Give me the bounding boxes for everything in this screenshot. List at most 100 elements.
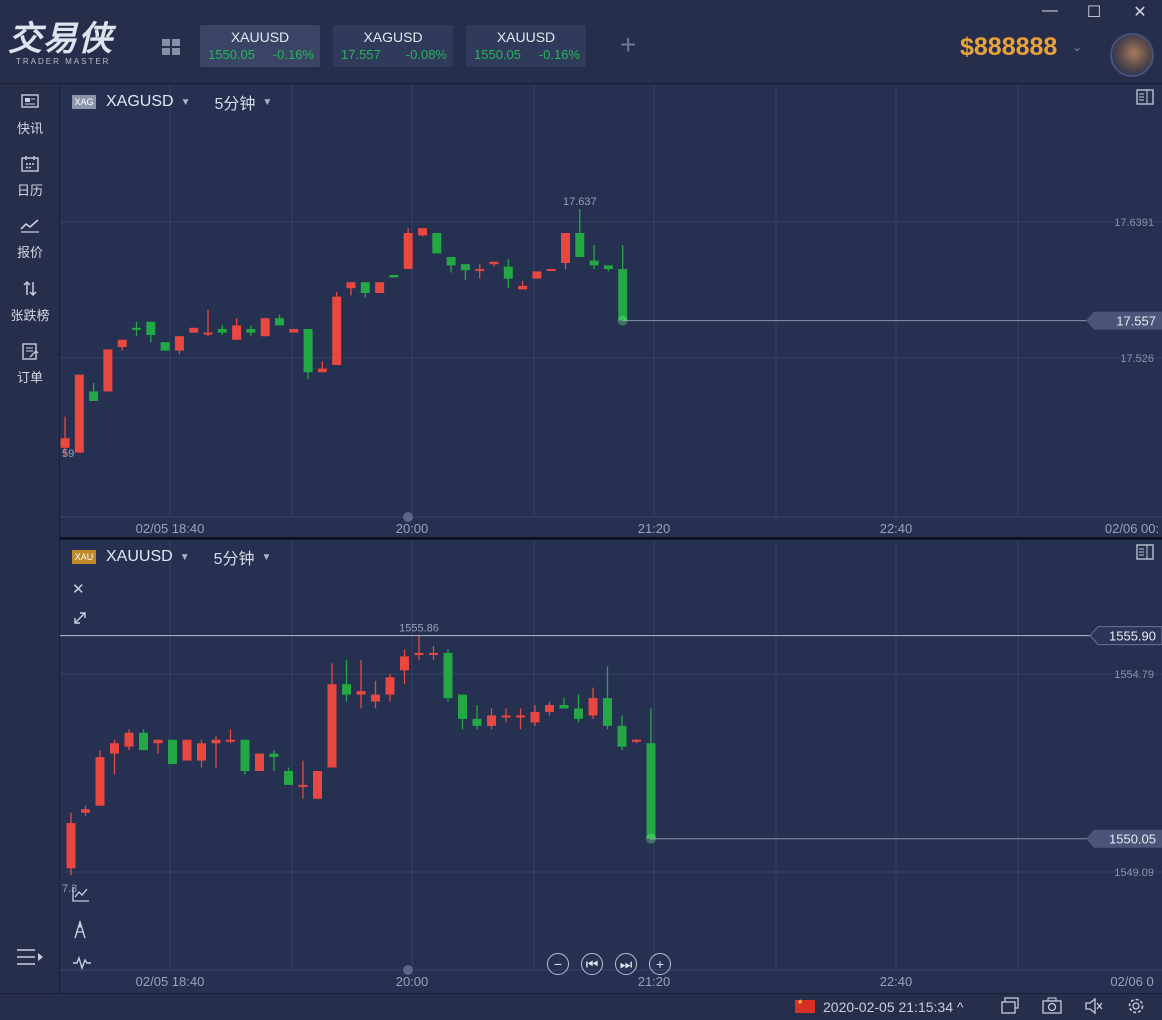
- candle-body: [284, 771, 293, 785]
- chart-xagusd[interactable]: 17.6391 17.526 02/05 18:40 20:00 21:20 22:40 0…: [60, 85, 1162, 537]
- add-tab-button[interactable]: +: [620, 31, 636, 59]
- chevron-down-icon[interactable]: ⌄: [1072, 40, 1082, 54]
- x-tick-label: 20:00: [396, 521, 429, 536]
- sidebar-item-label: 快讯: [16, 121, 43, 136]
- minimize-button[interactable]: —: [1038, 2, 1062, 20]
- close-button[interactable]: ✕: [1128, 2, 1152, 22]
- candle-body: [588, 698, 598, 716]
- chart-settings-icon[interactable]: [1136, 89, 1154, 105]
- camera-icon[interactable]: [1042, 997, 1062, 1020]
- candle-body: [74, 374, 84, 453]
- chart-symbol[interactable]: XAUUSD: [106, 548, 173, 566]
- candle-body: [603, 698, 612, 726]
- mute-icon[interactable]: [1084, 997, 1104, 1020]
- chevron-down-icon[interactable]: ▼: [262, 97, 272, 108]
- zoom-out-button[interactable]: −: [547, 953, 569, 975]
- chevron-up-icon[interactable]: ^: [957, 999, 964, 1015]
- scroll-end-button[interactable]: ⏭: [615, 953, 637, 975]
- candle-body: [559, 705, 569, 709]
- y-tick-label: 17.526: [1120, 353, 1154, 365]
- sidebar-item-quote[interactable]: 报价: [0, 217, 60, 273]
- candle-body: [246, 329, 256, 333]
- candle-body: [182, 739, 192, 761]
- x-tick-label: 02/06 00:: [1105, 521, 1159, 536]
- candle-body: [298, 784, 308, 787]
- sidebar-item-news[interactable]: 快讯: [0, 93, 60, 149]
- sidebar: 快讯 日历 报价 张跌榜 订单: [0, 85, 60, 993]
- candle-body: [414, 652, 424, 655]
- candlestick-chart-xagusd[interactable]: 17.6391 17.526 02/05 18:40 20:00 21:20 22:40 0…: [60, 85, 1162, 537]
- sidebar-item-calendar[interactable]: 日历: [0, 155, 60, 211]
- candle-body: [501, 715, 511, 718]
- tab-price: 17.557: [341, 47, 381, 62]
- candle-body: [603, 265, 613, 269]
- candle-body: [232, 325, 242, 340]
- close-chart-icon[interactable]: ✕: [72, 580, 85, 598]
- account-balance[interactable]: $888888: [960, 33, 1057, 62]
- candle-body: [146, 321, 156, 335]
- tab-xagusd[interactable]: XAGUSD 17.557 -0.08%: [333, 25, 453, 67]
- candle-body: [487, 715, 496, 726]
- x-tick-label: 21:20: [638, 974, 671, 989]
- candle-body: [375, 282, 385, 293]
- candle-body: [124, 732, 134, 747]
- candle-body: [503, 266, 513, 279]
- sidebar-item-label: 张跌榜: [10, 308, 50, 323]
- last-price-label: 1550.05: [1109, 832, 1156, 847]
- candle-body: [546, 269, 556, 271]
- tab-symbol: XAUUSD: [496, 29, 556, 45]
- chart-symbol[interactable]: XAGUSD: [106, 93, 174, 111]
- chevron-down-icon[interactable]: ▼: [180, 552, 190, 563]
- candle-body: [342, 684, 351, 695]
- candle-body: [618, 269, 628, 321]
- candle-body: [303, 329, 313, 373]
- y-tick-label: 1554.79: [1114, 669, 1154, 681]
- candle-body: [313, 771, 322, 799]
- candle-body: [446, 257, 456, 266]
- candle-body: [574, 708, 583, 719]
- last-price-glow: [646, 833, 656, 844]
- axis-drag-handle: [403, 512, 413, 522]
- tab-price: 1550.05: [474, 47, 521, 62]
- sidebar-item-order[interactable]: 订单: [0, 342, 60, 398]
- chart-timeframe[interactable]: 5分钟: [214, 545, 255, 569]
- scroll-start-button[interactable]: ⏮: [581, 953, 603, 975]
- candle-body: [530, 711, 540, 723]
- avatar[interactable]: [1110, 33, 1154, 77]
- windows-icon[interactable]: [1000, 997, 1020, 1020]
- candle-body: [532, 271, 542, 279]
- grid-menu-icon[interactable]: [162, 39, 180, 55]
- candle-body: [260, 318, 270, 337]
- low-price-label: 59: [62, 448, 74, 460]
- tab-xauusd-2[interactable]: XAUUSD 1550.05 -0.16%: [466, 25, 586, 67]
- chevron-down-icon[interactable]: ▼: [262, 552, 272, 563]
- settings-gear-icon[interactable]: [1127, 997, 1145, 1020]
- candle-body: [516, 715, 525, 718]
- status-datetime: 2020-02-05 21:15:34 ^: [823, 999, 963, 1015]
- maximize-button[interactable]: ☐: [1082, 2, 1106, 22]
- chart-settings-icon[interactable]: [1136, 544, 1154, 560]
- x-tick-label: 02/06 0: [1110, 974, 1153, 989]
- x-tick-label: 22:40: [880, 974, 913, 989]
- chevron-down-icon[interactable]: ▼: [181, 97, 191, 108]
- tab-symbol: XAUUSD: [230, 29, 290, 45]
- candle-body: [646, 743, 656, 839]
- symbol-badge: XAG: [72, 95, 96, 109]
- tab-xauusd[interactable]: XAUUSD 1550.05 -0.16%: [200, 25, 320, 67]
- candlestick-chart-xauusd[interactable]: 1554.79 1549.09 02/05 18:40 20:00 21:20 22:40…: [60, 540, 1162, 993]
- candle-body: [117, 339, 127, 347]
- candle-body: [226, 739, 235, 742]
- candle-body: [168, 739, 177, 765]
- chart-timeframe[interactable]: 5分钟: [214, 90, 255, 114]
- candle-body: [289, 329, 299, 333]
- zoom-in-button[interactable]: +: [649, 953, 671, 975]
- candle-body: [561, 233, 570, 263]
- candle-body: [472, 718, 482, 726]
- chart-xauusd[interactable]: 1554.79 1549.09 02/05 18:40 20:00 21:20 22:40…: [60, 540, 1162, 993]
- candle-body: [545, 705, 554, 712]
- high-price-label: 1555.86: [399, 623, 439, 635]
- menu-icon[interactable]: [15, 947, 45, 967]
- candle-body: [575, 233, 585, 257]
- candle-body: [385, 677, 395, 695]
- sidebar-item-ranking[interactable]: 张跌榜: [0, 280, 60, 336]
